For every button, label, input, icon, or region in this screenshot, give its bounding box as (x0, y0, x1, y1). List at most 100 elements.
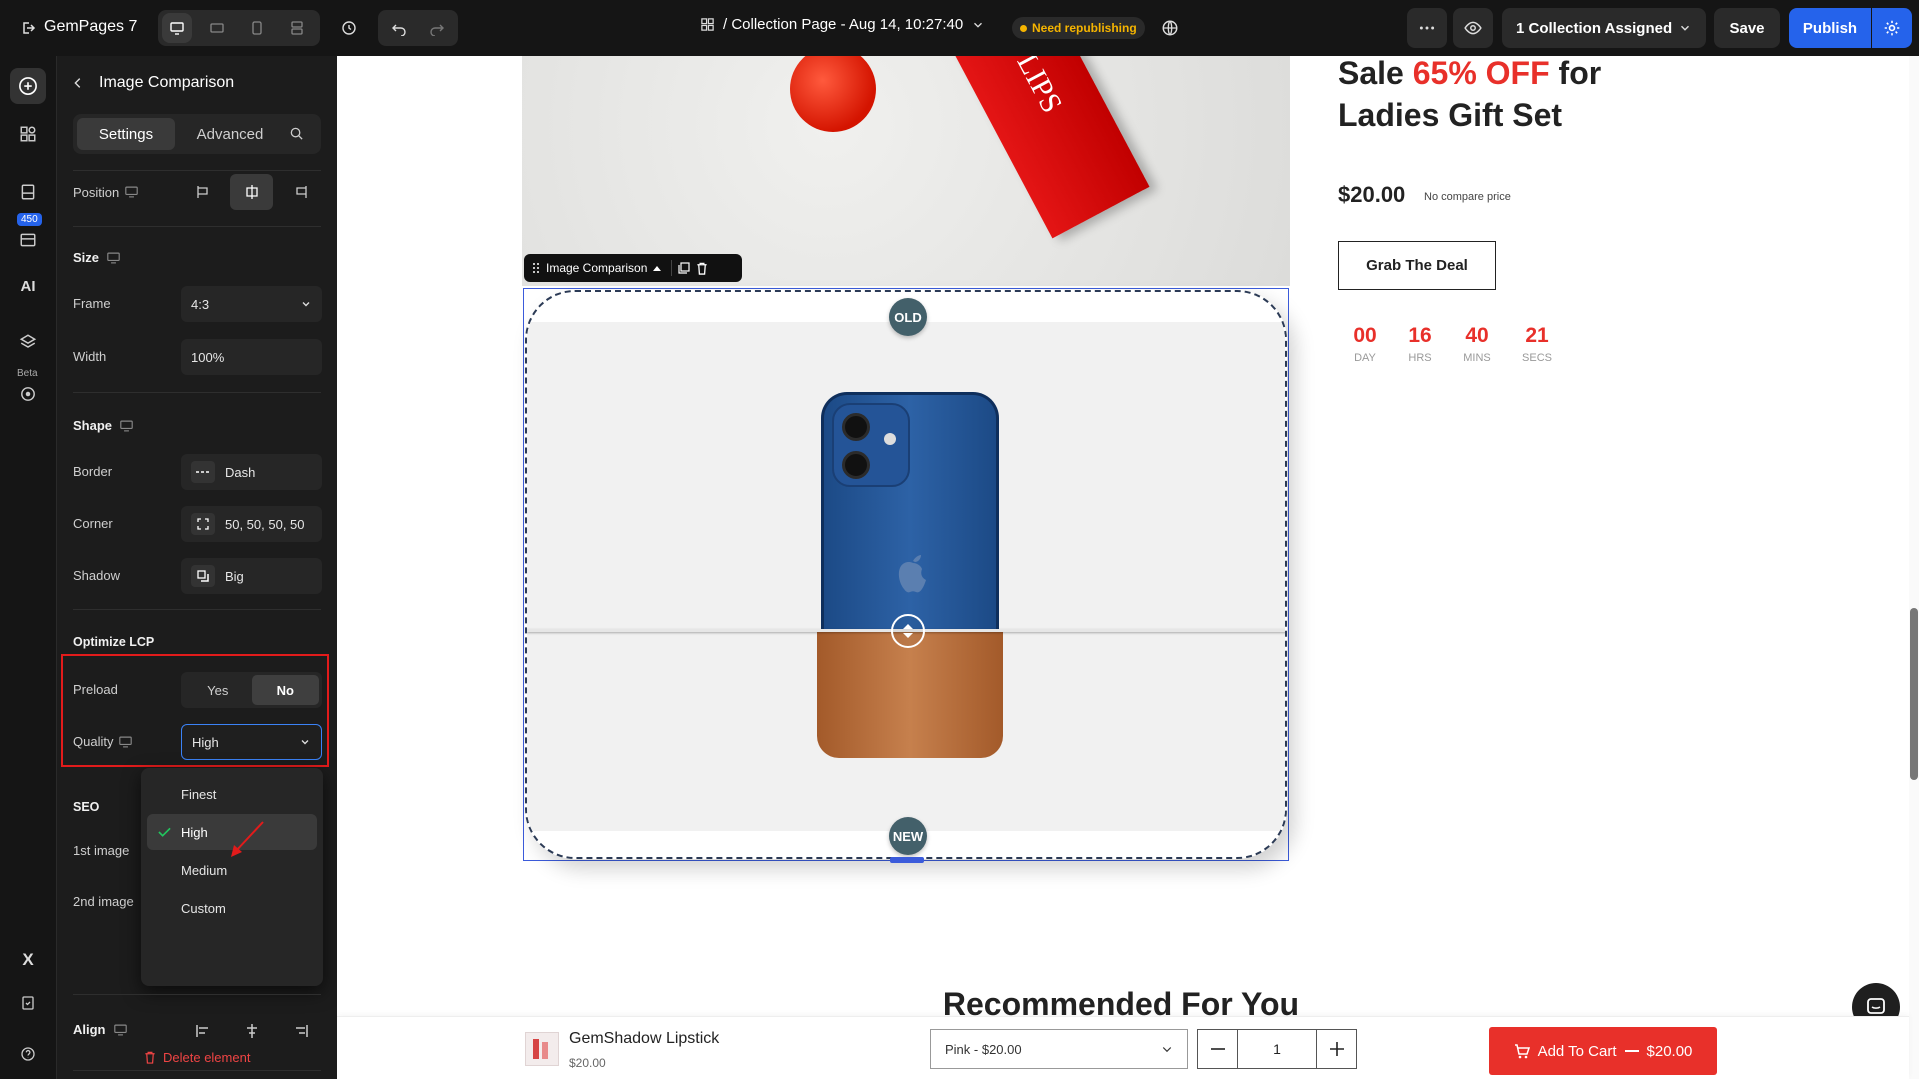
grab-the-deal-button[interactable]: Grab The Deal (1338, 241, 1496, 290)
old-label: OLD (889, 298, 927, 336)
phone-old-image (821, 392, 999, 632)
align-right-icon[interactable] (279, 1014, 322, 1048)
shadow-label: Shadow (73, 568, 120, 583)
exit-icon[interactable] (14, 14, 42, 42)
quality-option-custom[interactable]: Custom (147, 890, 317, 926)
divider (73, 170, 321, 171)
search-icon[interactable] (289, 126, 304, 141)
desktop-icon[interactable] (162, 13, 192, 43)
resize-handle[interactable] (890, 857, 924, 863)
add-element-icon[interactable] (10, 68, 46, 104)
app-name: GemPages 7 (44, 18, 138, 35)
save-button[interactable]: Save (1714, 8, 1780, 48)
border-select[interactable]: Dash (181, 454, 322, 490)
second-image-label: 2nd image (73, 894, 134, 909)
caret-up-icon[interactable] (653, 265, 662, 271)
redo-icon[interactable] (420, 13, 454, 43)
preload-toggle: Yes No (181, 672, 322, 708)
align-left-icon[interactable] (181, 1014, 224, 1048)
product-price: $20.00 (1338, 182, 1406, 207)
lipstick-box-logo: LIPS (1010, 56, 1069, 119)
position-group (181, 174, 322, 210)
mobile-icon[interactable] (242, 13, 272, 43)
position-label: Position (73, 182, 139, 202)
shadow-select[interactable]: Big (181, 558, 322, 594)
product-title: Sale 65% OFF for Ladies Gift Set (1338, 56, 1602, 133)
quality-select[interactable]: High (181, 724, 322, 760)
language-icon[interactable] (1155, 13, 1185, 43)
pages-icon[interactable] (16, 180, 40, 204)
theme-style-icon[interactable] (16, 382, 40, 406)
count-badge: 450 (17, 213, 42, 226)
dash-line-icon (191, 461, 215, 483)
more-icon[interactable] (1407, 8, 1447, 48)
position-center-icon[interactable] (230, 174, 273, 210)
scrollbar-track (1909, 56, 1919, 1079)
layers-icon[interactable] (16, 330, 40, 354)
drag-handle-icon[interactable] (532, 262, 540, 274)
corner-label: Corner (73, 516, 113, 531)
preload-no-option[interactable]: No (251, 675, 319, 705)
seo-section: SEO (73, 800, 100, 814)
align-group (181, 1014, 322, 1048)
preload-label: Preload (73, 682, 118, 697)
minus-icon[interactable] (1198, 1030, 1238, 1068)
quality-option-finest[interactable]: Finest (147, 776, 317, 812)
undo-icon[interactable] (382, 13, 416, 43)
element-toolbar: Image Comparison (524, 254, 742, 282)
collection-assigned-dropdown[interactable]: 1 Collection Assigned (1502, 8, 1706, 48)
tablet-landscape-icon[interactable] (202, 13, 232, 43)
trash-icon[interactable] (696, 262, 708, 275)
corner-radius-icon (191, 513, 215, 535)
align-center-icon[interactable] (230, 1014, 273, 1048)
check-icon (158, 826, 171, 838)
position-left-icon[interactable] (181, 174, 224, 210)
page-selector[interactable]: / Collection Page - Aug 14, 10:27:40 (700, 16, 985, 33)
status-badge: Need republishing (1012, 17, 1145, 39)
duplicate-icon[interactable] (678, 262, 690, 274)
back-arrow-icon[interactable] (71, 76, 85, 90)
task-list-icon[interactable] (16, 991, 40, 1015)
tab-settings[interactable]: Settings (77, 118, 175, 150)
panel-title: Image Comparison (99, 74, 235, 91)
ai-icon[interactable]: AI (16, 274, 40, 298)
variant-select[interactable]: Pink - $20.00 (930, 1029, 1188, 1069)
sections-icon[interactable] (16, 122, 40, 146)
preload-yes-option[interactable]: Yes (184, 675, 252, 705)
quantity-input[interactable]: 1 (1238, 1030, 1316, 1068)
chevron-down-icon (1161, 1043, 1173, 1055)
tab-advanced[interactable]: Advanced (181, 118, 279, 150)
delete-element-button[interactable]: Delete element (144, 1050, 250, 1065)
publish-button[interactable]: Publish (1789, 8, 1871, 48)
publish-settings-icon[interactable] (1872, 8, 1912, 48)
width-input[interactable]: 100% (181, 339, 322, 375)
custom-size-icon[interactable] (282, 13, 312, 43)
frame-select[interactable]: 4:3 (181, 286, 322, 322)
shadow-icon (191, 565, 215, 587)
beta-label: Beta (17, 368, 38, 379)
phone-new-image (817, 630, 1003, 758)
scrollbar-thumb[interactable] (1910, 608, 1918, 780)
comparison-slider-handle[interactable] (891, 614, 925, 648)
align-section: Align (73, 1022, 127, 1037)
chevron-down-icon (299, 736, 311, 748)
add-to-cart-button[interactable]: Add To Cart $20.00 (1489, 1027, 1717, 1075)
trash-icon (144, 1051, 156, 1064)
x-app-icon[interactable]: X (16, 948, 40, 972)
position-right-icon[interactable] (279, 174, 322, 210)
divider (73, 609, 321, 610)
help-icon[interactable] (16, 1042, 40, 1066)
corner-input[interactable]: 50, 50, 50, 50 (181, 506, 322, 542)
desktop-icon (120, 420, 133, 432)
plus-icon[interactable] (1316, 1030, 1356, 1068)
product-image-top: LIPS (522, 56, 1290, 286)
countdown-secs: 21 SECS (1522, 324, 1552, 364)
preview-eye-icon[interactable] (1453, 8, 1493, 48)
grid-icon (700, 17, 715, 32)
image-comparison[interactable]: OLD NEW (525, 290, 1287, 859)
camera-module (832, 403, 910, 487)
history-icon[interactable] (334, 13, 364, 43)
library-icon[interactable] (16, 228, 40, 252)
border-label: Border (73, 464, 113, 479)
desktop-icon (113, 1024, 127, 1036)
